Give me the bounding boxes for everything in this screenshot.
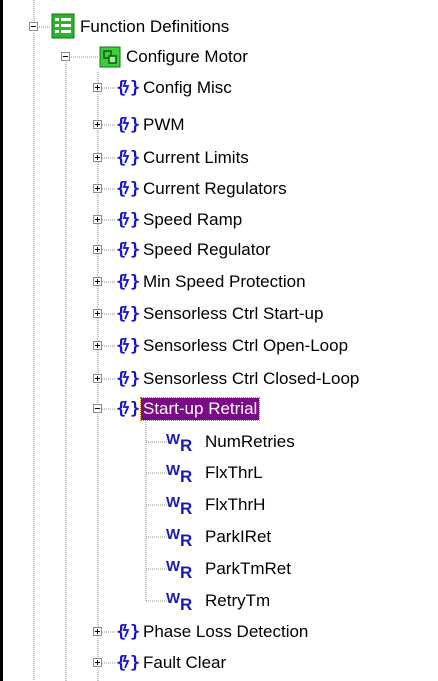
function-group-icon: {} xyxy=(116,148,140,168)
function-group-icon: {} xyxy=(116,622,140,642)
svg-text:{: { xyxy=(116,304,126,324)
function-group-icon: {} xyxy=(116,304,140,324)
collapse-toggle[interactable] xyxy=(93,404,102,413)
tree-node-label[interactable]: Fault Clear xyxy=(141,652,228,674)
function-group-icon: {} xyxy=(116,653,140,673)
expand-toggle[interactable] xyxy=(93,120,102,129)
svg-text:{: { xyxy=(116,115,126,135)
svg-text:}: } xyxy=(130,115,140,135)
svg-text:}: } xyxy=(130,272,140,292)
tree-node-label[interactable]: Phase Loss Detection xyxy=(141,621,310,643)
write-register-icon: WR xyxy=(166,431,192,453)
tree-node-label[interactable]: NumRetries xyxy=(203,431,297,453)
tree-node-label[interactable]: Speed Ramp xyxy=(141,209,244,231)
tree-node-label[interactable]: ParkIRet xyxy=(203,526,273,548)
function-group-icon: {} xyxy=(116,240,140,260)
expand-toggle[interactable] xyxy=(93,341,102,350)
tree-node-label[interactable]: Min Speed Protection xyxy=(141,271,308,293)
expand-toggle[interactable] xyxy=(93,83,102,92)
svg-text:R: R xyxy=(180,467,192,484)
tree-node-label[interactable]: Config Misc xyxy=(141,77,234,99)
svg-text:R: R xyxy=(180,436,192,453)
tree-node-label[interactable]: FlxThrH xyxy=(203,494,267,516)
svg-text:W: W xyxy=(166,494,181,511)
tree-node-label[interactable]: Start-up Retrial xyxy=(139,397,261,421)
configure-motor-icon xyxy=(99,46,121,68)
svg-text:}: } xyxy=(130,148,140,168)
svg-text:{: { xyxy=(116,369,126,389)
svg-text:{: { xyxy=(116,622,126,642)
expand-toggle[interactable] xyxy=(93,153,102,162)
function-group-icon: {} xyxy=(116,336,140,356)
expand-toggle[interactable] xyxy=(93,184,102,193)
function-definitions-icon xyxy=(51,13,75,39)
expand-toggle[interactable] xyxy=(93,245,102,254)
svg-text:}: } xyxy=(130,78,140,98)
svg-text:}: } xyxy=(130,336,140,356)
write-register-icon: WR xyxy=(166,590,192,612)
svg-text:}: } xyxy=(130,622,140,642)
svg-text:}: } xyxy=(130,179,140,199)
svg-text:{: { xyxy=(116,653,126,673)
svg-text:R: R xyxy=(180,499,192,516)
expand-toggle[interactable] xyxy=(93,277,102,286)
tree-node-label[interactable]: Function Definitions xyxy=(78,16,231,38)
function-group-icon: {} xyxy=(116,399,140,419)
svg-text:R: R xyxy=(180,531,192,548)
collapse-toggle[interactable] xyxy=(61,52,70,61)
svg-text:}: } xyxy=(130,369,140,389)
expand-toggle[interactable] xyxy=(93,627,102,636)
function-group-icon: {} xyxy=(116,272,140,292)
svg-text:R: R xyxy=(180,595,192,612)
tree-node-label[interactable]: Sensorless Ctrl Open-Loop xyxy=(141,335,350,357)
expand-toggle[interactable] xyxy=(93,658,102,667)
window-left-border xyxy=(0,0,3,681)
svg-text:{: { xyxy=(116,336,126,356)
svg-text:{: { xyxy=(116,399,126,419)
expand-toggle[interactable] xyxy=(93,374,102,383)
function-group-icon: {} xyxy=(116,369,140,389)
write-register-icon: WR xyxy=(166,494,192,516)
svg-text:{: { xyxy=(116,272,126,292)
svg-text:{: { xyxy=(116,240,126,260)
svg-text:R: R xyxy=(180,563,192,580)
svg-text:}: } xyxy=(130,399,140,419)
function-group-icon: {} xyxy=(116,115,140,135)
svg-text:W: W xyxy=(166,558,181,575)
tree-node-label[interactable]: RetryTm xyxy=(203,590,272,612)
svg-text:W: W xyxy=(166,431,181,448)
expand-toggle[interactable] xyxy=(93,309,102,318)
collapse-toggle[interactable] xyxy=(29,22,38,31)
svg-text:W: W xyxy=(166,526,181,543)
tree-node-label[interactable]: Current Limits xyxy=(141,147,251,169)
tree-node-label[interactable]: Speed Regulator xyxy=(141,239,273,261)
tree-node-label[interactable]: ParkTmRet xyxy=(203,558,293,580)
svg-text:{: { xyxy=(116,179,126,199)
function-group-icon: {} xyxy=(116,210,140,230)
tree-node-label[interactable]: Sensorless Ctrl Closed-Loop xyxy=(141,368,361,390)
tree-node-label[interactable]: FlxThrL xyxy=(203,462,265,484)
write-register-icon: WR xyxy=(166,526,192,548)
svg-text:{: { xyxy=(116,148,126,168)
svg-text:{: { xyxy=(116,210,126,230)
function-group-icon: {} xyxy=(116,179,140,199)
function-group-icon: {} xyxy=(116,78,140,98)
tree-node-label[interactable]: PWM xyxy=(141,114,187,136)
tree-node-label[interactable]: Sensorless Ctrl Start-up xyxy=(141,303,325,325)
write-register-icon: WR xyxy=(166,558,192,580)
svg-text:}: } xyxy=(130,210,140,230)
svg-text:W: W xyxy=(166,462,181,479)
svg-text:}: } xyxy=(130,304,140,324)
svg-text:}: } xyxy=(130,240,140,260)
tree-node-label[interactable]: Configure Motor xyxy=(124,46,250,68)
svg-text:W: W xyxy=(166,590,181,607)
tree-node-label[interactable]: Current Regulators xyxy=(141,178,289,200)
write-register-icon: WR xyxy=(166,462,192,484)
svg-text:{: { xyxy=(116,78,126,98)
svg-text:}: } xyxy=(130,653,140,673)
expand-toggle[interactable] xyxy=(93,215,102,224)
